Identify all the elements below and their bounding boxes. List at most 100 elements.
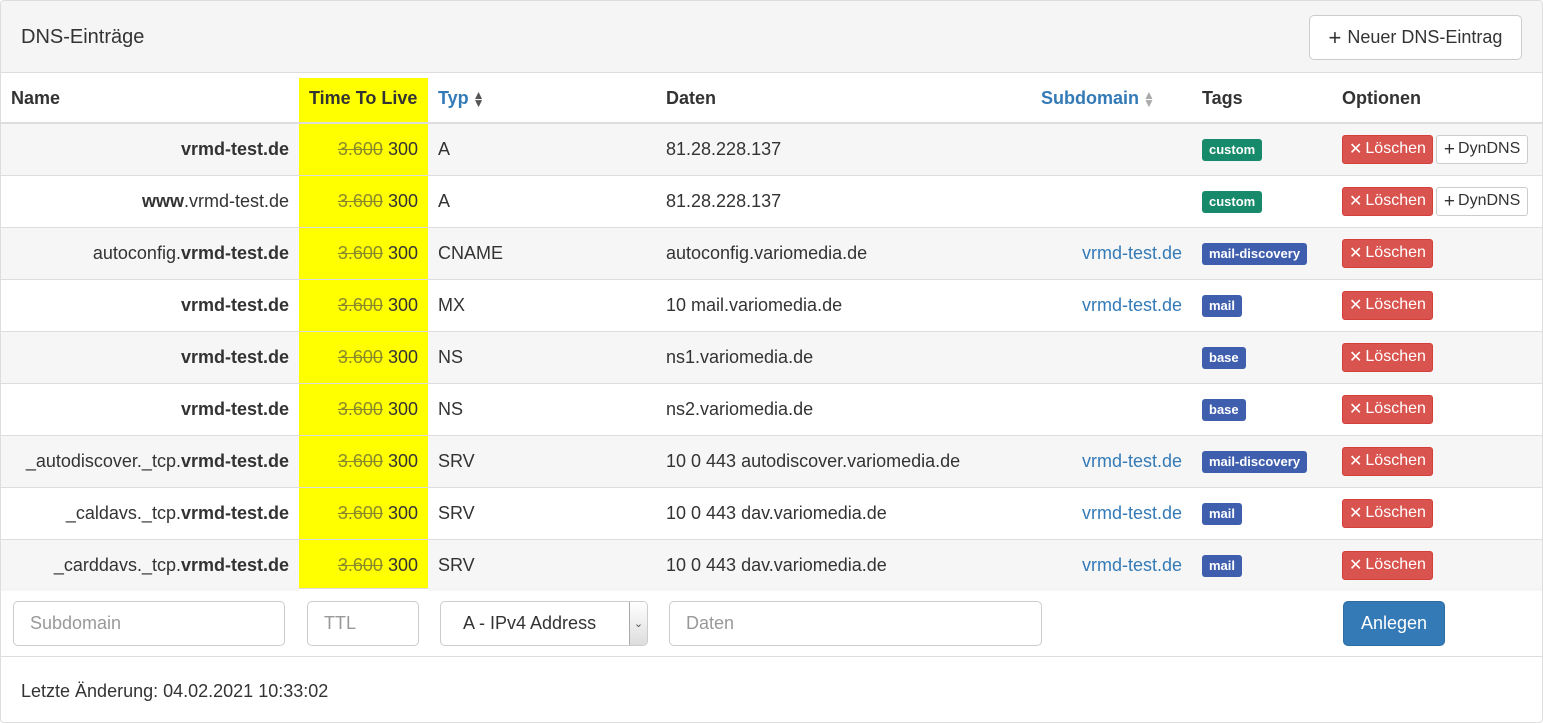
table-row: vrmd-test.de 3.600 300 NS ns1.variomedia.de… <box>1 330 1542 383</box>
record-ttl: 3.600 300 <box>299 486 428 539</box>
create-button[interactable]: Anlegen <box>1343 601 1445 646</box>
tag-badge: base <box>1202 398 1246 421</box>
record-name: vrmd-test.de <box>1 330 299 383</box>
record-subdomain <box>1031 382 1192 435</box>
record-name-domain: vrmd-test.de <box>180 502 289 523</box>
record-data: 10 mail.variomedia.de <box>656 278 1031 331</box>
close-icon: ✕ <box>1349 505 1363 522</box>
delete-button[interactable]: ✕ Löschen <box>1342 394 1433 424</box>
record-subdomain: vrmd-test.de <box>1031 486 1192 539</box>
column-header-ttl: Time To Live <box>299 74 428 124</box>
record-name-domain: vrmd-test.de <box>180 346 289 367</box>
chevron-down-icon: ⌄ <box>629 602 647 645</box>
record-name: _carddavs._tcp.vrmd-test.de <box>1 538 299 591</box>
table-row: _caldavs._tcp.vrmd-test.de 3.600 300 SRV 10… <box>1 486 1542 539</box>
record-options: ✕ Löschen <box>1332 330 1542 383</box>
record-tags: mail <box>1192 486 1332 539</box>
ttl-input[interactable] <box>307 601 419 646</box>
table-row: _carddavs._tcp.vrmd-test.de 3.600 300 SRV 1… <box>1 538 1542 591</box>
delete-button[interactable]: ✕ Löschen <box>1342 134 1433 164</box>
record-options: ✕ Löschen + DynDNS <box>1332 174 1542 227</box>
new-entry-form: A - IPv4 Address ⌄ Anlegen <box>1 588 1542 656</box>
column-header-options: Optionen <box>1332 74 1542 124</box>
delete-button[interactable]: ✕ Löschen <box>1342 290 1433 320</box>
delete-label: Löschen <box>1365 504 1426 521</box>
delete-button[interactable]: ✕ Löschen <box>1342 238 1433 268</box>
record-data: 81.28.228.137 <box>656 122 1031 175</box>
new-dns-entry-button[interactable]: + Neuer DNS-Eintrag <box>1309 15 1522 60</box>
tag-badge: mail <box>1202 554 1243 577</box>
ttl-old-value: 3.600 <box>337 294 383 315</box>
sort-by-type-link[interactable]: Typ <box>438 88 469 108</box>
subdomain-link[interactable]: vrmd-test.de <box>1082 243 1182 263</box>
record-tags: mail <box>1192 538 1332 591</box>
record-name: vrmd-test.de <box>1 122 299 175</box>
table-row: vrmd-test.de 3.600 300 A 81.28.228.137 custo… <box>1 122 1542 175</box>
record-subdomain: vrmd-test.de <box>1031 434 1192 487</box>
column-header-subdomain[interactable]: Subdomain ▲ ▼ <box>1031 74 1192 124</box>
tag-badge: mail-discovery <box>1202 450 1308 473</box>
delete-label: Löschen <box>1365 452 1426 469</box>
record-name-prefix: autoconfig. <box>92 242 181 263</box>
dyndns-button[interactable]: + DynDNS <box>1435 134 1529 164</box>
panel-heading: DNS-Einträge + Neuer DNS-Eintrag <box>1 1 1542 73</box>
delete-button[interactable]: ✕ Löschen <box>1342 498 1433 528</box>
subdomain-link[interactable]: vrmd-test.de <box>1082 451 1182 471</box>
subdomain-link[interactable]: vrmd-test.de <box>1082 555 1182 575</box>
record-name: autoconfig.vrmd-test.de <box>1 226 299 279</box>
subdomain-link[interactable]: vrmd-test.de <box>1082 295 1182 315</box>
panel-footer: Letzte Änderung: 04.02.2021 10:33:02 <box>1 656 1542 722</box>
column-header-data: Daten <box>656 74 1031 124</box>
column-header-type[interactable]: Typ ▲ ▼ <box>428 74 656 124</box>
ttl-new-value: 300 <box>387 138 418 159</box>
ttl-old-value: 3.600 <box>337 242 383 263</box>
ttl-new-value: 300 <box>387 190 418 211</box>
delete-button[interactable]: ✕ Löschen <box>1342 342 1433 372</box>
dyndns-button[interactable]: + DynDNS <box>1435 186 1529 216</box>
close-icon: ✕ <box>1349 349 1363 366</box>
sort-icon: ▲ ▼ <box>1143 87 1155 110</box>
record-data: 10 0 443 dav.variomedia.de <box>656 538 1031 591</box>
dyndns-label: DynDNS <box>1458 192 1521 209</box>
delete-button[interactable]: ✕ Löschen <box>1342 186 1433 216</box>
subdomain-link[interactable]: vrmd-test.de <box>1082 503 1182 523</box>
record-name-domain: vrmd-test.de <box>180 242 289 263</box>
last-change-text: Letzte Änderung: 04.02.2021 10:33:02 <box>21 681 329 701</box>
ttl-new-value: 300 <box>387 502 418 523</box>
table-row: www.vrmd-test.de 3.600 300 A 81.28.228.137 c… <box>1 174 1542 227</box>
record-name: www.vrmd-test.de <box>1 174 299 227</box>
new-dns-entry-label: Neuer DNS-Eintrag <box>1347 27 1503 47</box>
record-options: ✕ Löschen <box>1332 486 1542 539</box>
sort-by-subdomain-link[interactable]: Subdomain <box>1041 88 1139 108</box>
tag-badge: custom <box>1202 138 1263 161</box>
close-icon: ✕ <box>1349 245 1363 262</box>
close-icon: ✕ <box>1349 141 1363 159</box>
table-row: vrmd-test.de 3.600 300 MX 10 mail.variomedi… <box>1 278 1542 331</box>
record-name: vrmd-test.de <box>1 382 299 435</box>
record-subdomain: vrmd-test.de <box>1031 226 1192 279</box>
type-select[interactable]: A - IPv4 Address ⌄ <box>440 601 648 646</box>
ttl-new-value: 300 <box>387 242 418 263</box>
record-data: 81.28.228.137 <box>656 174 1031 227</box>
record-type: SRV <box>428 434 656 487</box>
tag-badge: base <box>1202 346 1246 369</box>
record-data: ns2.variomedia.de <box>656 382 1031 435</box>
delete-label: Löschen <box>1365 556 1426 574</box>
record-ttl: 3.600 300 <box>299 382 428 435</box>
delete-label: Löschen <box>1365 140 1426 158</box>
close-icon: ✕ <box>1349 557 1363 575</box>
record-ttl: 3.600 300 <box>299 330 428 383</box>
ttl-new-value: 300 <box>387 554 418 575</box>
data-input[interactable] <box>669 601 1042 646</box>
delete-button[interactable]: ✕ Löschen <box>1342 550 1433 580</box>
dns-table-body: vrmd-test.de 3.600 300 A 81.28.228.137 custo… <box>1 122 1542 591</box>
record-tags: mail-discovery <box>1192 226 1332 279</box>
record-subdomain <box>1031 330 1192 383</box>
record-options: ✕ Löschen <box>1332 434 1542 487</box>
delete-button[interactable]: ✕ Löschen <box>1342 446 1433 476</box>
record-type: A <box>428 122 656 175</box>
record-options: ✕ Löschen <box>1332 278 1542 331</box>
subdomain-input[interactable] <box>13 601 285 646</box>
table-header-row: Name Time To Live Typ ▲ ▼ Daten Subdomain ▲… <box>1 74 1542 124</box>
record-name-domain: vrmd-test.de <box>180 450 289 471</box>
